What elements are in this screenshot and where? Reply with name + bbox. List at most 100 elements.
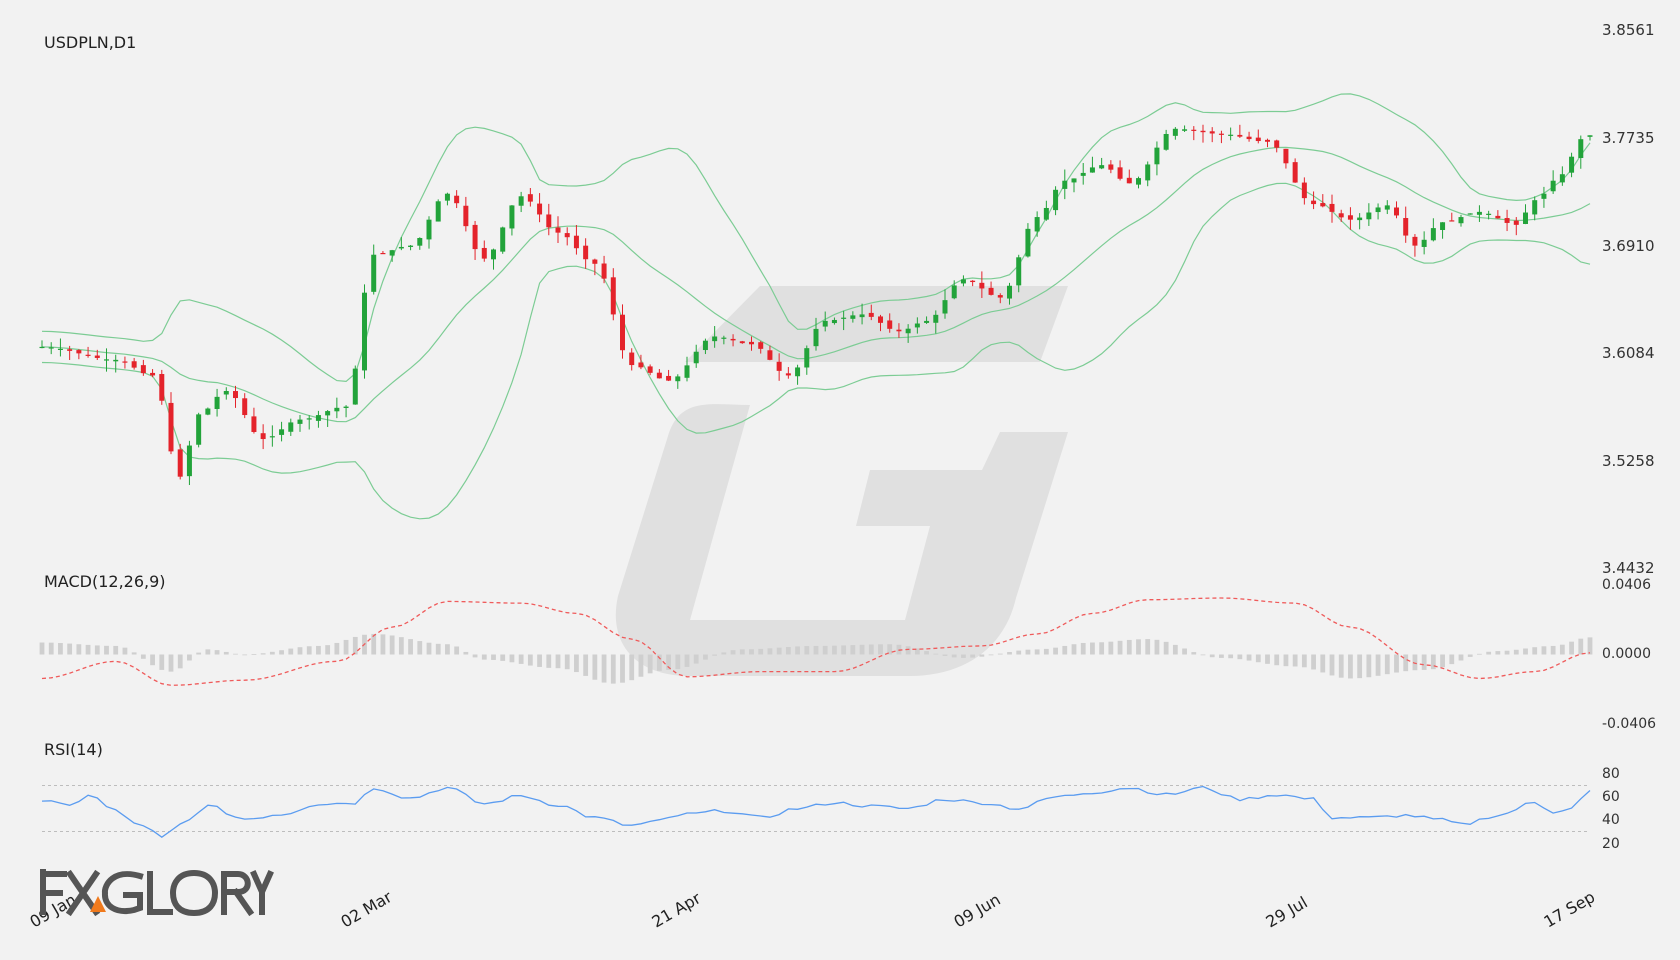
- candle-body: [57, 348, 63, 350]
- macd-bar: [749, 649, 754, 655]
- macd-bar: [564, 654, 570, 670]
- candle-body: [1025, 228, 1031, 257]
- candle-body: [1043, 207, 1049, 220]
- candle-body: [1228, 134, 1234, 136]
- macd-bar: [1108, 641, 1114, 655]
- candle-body: [1080, 172, 1086, 176]
- candle-body: [1016, 257, 1022, 286]
- candle-body: [1209, 131, 1215, 134]
- candle-body: [776, 361, 782, 371]
- chart-canvas: USDPLN,D1 MACD(12,26,9) RSI(14) 3.8561 3…: [27, 21, 1657, 931]
- macd-bar: [389, 635, 395, 655]
- candle: [960, 275, 966, 287]
- macd-bar: [1523, 648, 1528, 655]
- macd-bar: [1569, 641, 1574, 655]
- candle: [1440, 222, 1446, 239]
- candle: [1495, 210, 1501, 219]
- candle: [666, 369, 672, 382]
- candle-body: [629, 352, 635, 366]
- macd-bar: [168, 654, 174, 672]
- candle: [1080, 163, 1086, 185]
- macd-bar: [647, 654, 653, 674]
- candle-body: [454, 195, 460, 204]
- candle-body: [878, 316, 883, 323]
- macd-bar: [269, 651, 275, 655]
- candle-body: [408, 245, 414, 247]
- candle-body: [620, 314, 625, 351]
- candle: [629, 348, 635, 371]
- candle: [1200, 124, 1206, 143]
- macd-bar: [297, 647, 303, 655]
- candle-body: [592, 259, 598, 264]
- candle-body: [76, 350, 82, 354]
- candle-body: [693, 351, 699, 364]
- macd-bar: [205, 649, 211, 655]
- candle-body: [1301, 182, 1307, 199]
- candle-body: [979, 282, 985, 289]
- macd-bar: [1274, 654, 1280, 666]
- candle-body: [1117, 167, 1123, 179]
- candle: [1587, 135, 1593, 141]
- candle-body: [785, 373, 791, 376]
- candle-body: [371, 254, 377, 292]
- macd-bar: [1348, 654, 1353, 679]
- candle-body: [1338, 213, 1344, 218]
- candle-body: [1329, 203, 1335, 212]
- candle-body: [1034, 217, 1040, 232]
- macd-bar: [1394, 654, 1399, 673]
- candle: [1191, 126, 1197, 141]
- candle: [1366, 203, 1372, 226]
- candle: [1228, 127, 1234, 141]
- candle: [601, 255, 607, 284]
- candle-body: [1053, 189, 1059, 211]
- candle-body: [122, 361, 128, 363]
- macd-bar: [1246, 654, 1252, 661]
- candle: [546, 203, 552, 236]
- candle: [1209, 127, 1215, 143]
- macd-bar: [196, 652, 202, 655]
- candle: [389, 249, 395, 262]
- candle: [1117, 160, 1123, 181]
- candle: [988, 281, 994, 296]
- macd-bar: [1550, 645, 1556, 655]
- macd-bar: [813, 645, 819, 655]
- candle-body: [398, 246, 404, 249]
- candle: [113, 354, 119, 373]
- candle-body: [1218, 133, 1224, 135]
- macd-bar: [1495, 651, 1501, 655]
- macd-tick-2: -0.0406: [1602, 716, 1656, 732]
- candle-body: [1283, 148, 1289, 164]
- candle-body: [666, 375, 672, 381]
- macd-bar: [933, 653, 939, 655]
- candle: [444, 192, 450, 206]
- macd-bar: [131, 652, 137, 655]
- candle-body: [380, 252, 386, 255]
- candle-body: [518, 196, 524, 206]
- candle: [693, 344, 699, 368]
- macd-bar: [970, 654, 976, 658]
- candle-body: [67, 349, 73, 351]
- candle-body: [306, 418, 312, 420]
- macd-bar: [1458, 654, 1464, 661]
- rsi-tick-40: 40: [1602, 812, 1620, 828]
- macd-bar: [629, 654, 635, 681]
- candle-body: [942, 300, 948, 314]
- candle-body: [868, 312, 874, 317]
- candle-body: [804, 348, 810, 368]
- candle-body: [1458, 217, 1464, 224]
- candle-body: [435, 201, 441, 222]
- rsi-tick-80: 80: [1602, 766, 1620, 782]
- candle: [970, 280, 976, 287]
- candle-body: [988, 287, 994, 295]
- candle-body: [214, 396, 220, 409]
- candle: [1403, 206, 1409, 243]
- rsi-axis: 80 60 40 20: [1602, 766, 1620, 852]
- macd-bar: [1430, 654, 1436, 670]
- candle-body: [712, 336, 718, 342]
- candle: [251, 407, 257, 434]
- macd-bar: [1449, 654, 1455, 665]
- macd-bar: [868, 644, 874, 655]
- candle-body: [159, 374, 165, 401]
- macd-bar: [260, 653, 266, 655]
- candle: [785, 367, 791, 379]
